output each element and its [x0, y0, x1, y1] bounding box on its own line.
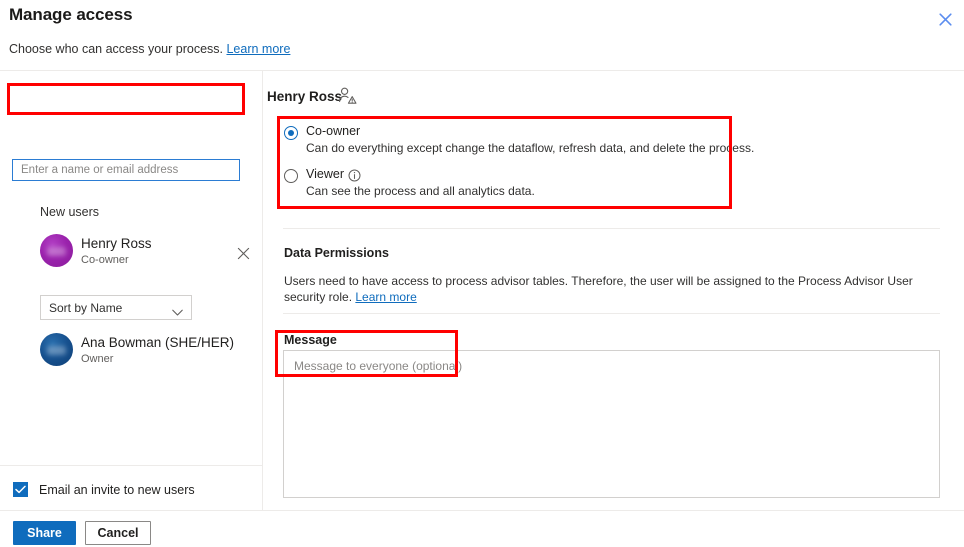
- email-invite-label: Email an invite to new users: [39, 482, 195, 497]
- avatar-initials: [47, 346, 66, 355]
- selected-user-name: Henry Ross: [267, 89, 343, 104]
- section-divider-permissions: [283, 228, 940, 229]
- radio-label-co-owner: Co-owner: [306, 124, 361, 138]
- search-input[interactable]: [12, 159, 240, 181]
- email-invite-checkbox[interactable]: [13, 482, 28, 497]
- sort-dropdown-label: Sort by Name: [49, 301, 123, 315]
- cancel-button[interactable]: Cancel: [85, 521, 151, 545]
- dialog-subtitle: Choose who can access your process. Lear…: [9, 42, 290, 56]
- info-icon[interactable]: [348, 169, 361, 182]
- data-permissions-title: Data Permissions: [284, 246, 389, 260]
- list-item-name: Henry Ross: [81, 236, 152, 251]
- list-item-new-user[interactable]: Henry Ross Co-owner: [40, 234, 255, 274]
- radio-description-co-owner: Can do everything except change the data…: [306, 141, 755, 155]
- new-users-label: New users: [40, 205, 100, 219]
- chevron-down-icon: [172, 304, 183, 322]
- dialog-header: Manage access Choose who can access your…: [0, 0, 964, 70]
- share-button[interactable]: Share: [13, 521, 76, 545]
- learn-more-link-header[interactable]: Learn more: [226, 42, 290, 56]
- sort-dropdown[interactable]: Sort by Name: [40, 295, 192, 320]
- list-item-name: Ana Bowman (SHE/HER): [81, 335, 235, 350]
- list-item-role: Co-owner: [81, 254, 129, 266]
- remove-user-button[interactable]: [234, 246, 252, 264]
- message-label: Message: [284, 333, 337, 347]
- close-button[interactable]: [932, 6, 958, 32]
- section-divider-message: [283, 313, 940, 314]
- email-invite-checkbox-row[interactable]: Email an invite to new users: [13, 482, 195, 497]
- footer-divider: [0, 510, 964, 511]
- radio-button-co-owner[interactable]: [284, 126, 298, 140]
- person-badge-icon: [338, 87, 358, 105]
- left-pane: New users Henry Ross Co-owner Sort by Na…: [0, 71, 262, 547]
- radio-button-viewer[interactable]: [284, 169, 298, 183]
- data-permissions-body: Users need to have access to process adv…: [284, 273, 942, 305]
- list-item-existing-user[interactable]: Ana Bowman (SHE/HER) Owner: [40, 333, 255, 373]
- avatar: [40, 234, 73, 267]
- left-bottom-divider: [0, 465, 262, 466]
- close-icon: [237, 247, 250, 263]
- page-title: Manage access: [9, 5, 133, 24]
- check-icon: [15, 481, 26, 499]
- avatar-initials: [47, 247, 66, 256]
- learn-more-link-permissions[interactable]: Learn more: [355, 290, 416, 304]
- list-item-role: Owner: [81, 353, 114, 365]
- radio-description-viewer: Can see the process and all analytics da…: [306, 184, 535, 198]
- avatar: [40, 333, 73, 366]
- message-textarea[interactable]: [283, 350, 940, 498]
- close-icon: [938, 12, 952, 26]
- radio-label-viewer: Viewer: [306, 167, 344, 181]
- dialog-subtitle-text: Choose who can access your process.: [9, 42, 223, 56]
